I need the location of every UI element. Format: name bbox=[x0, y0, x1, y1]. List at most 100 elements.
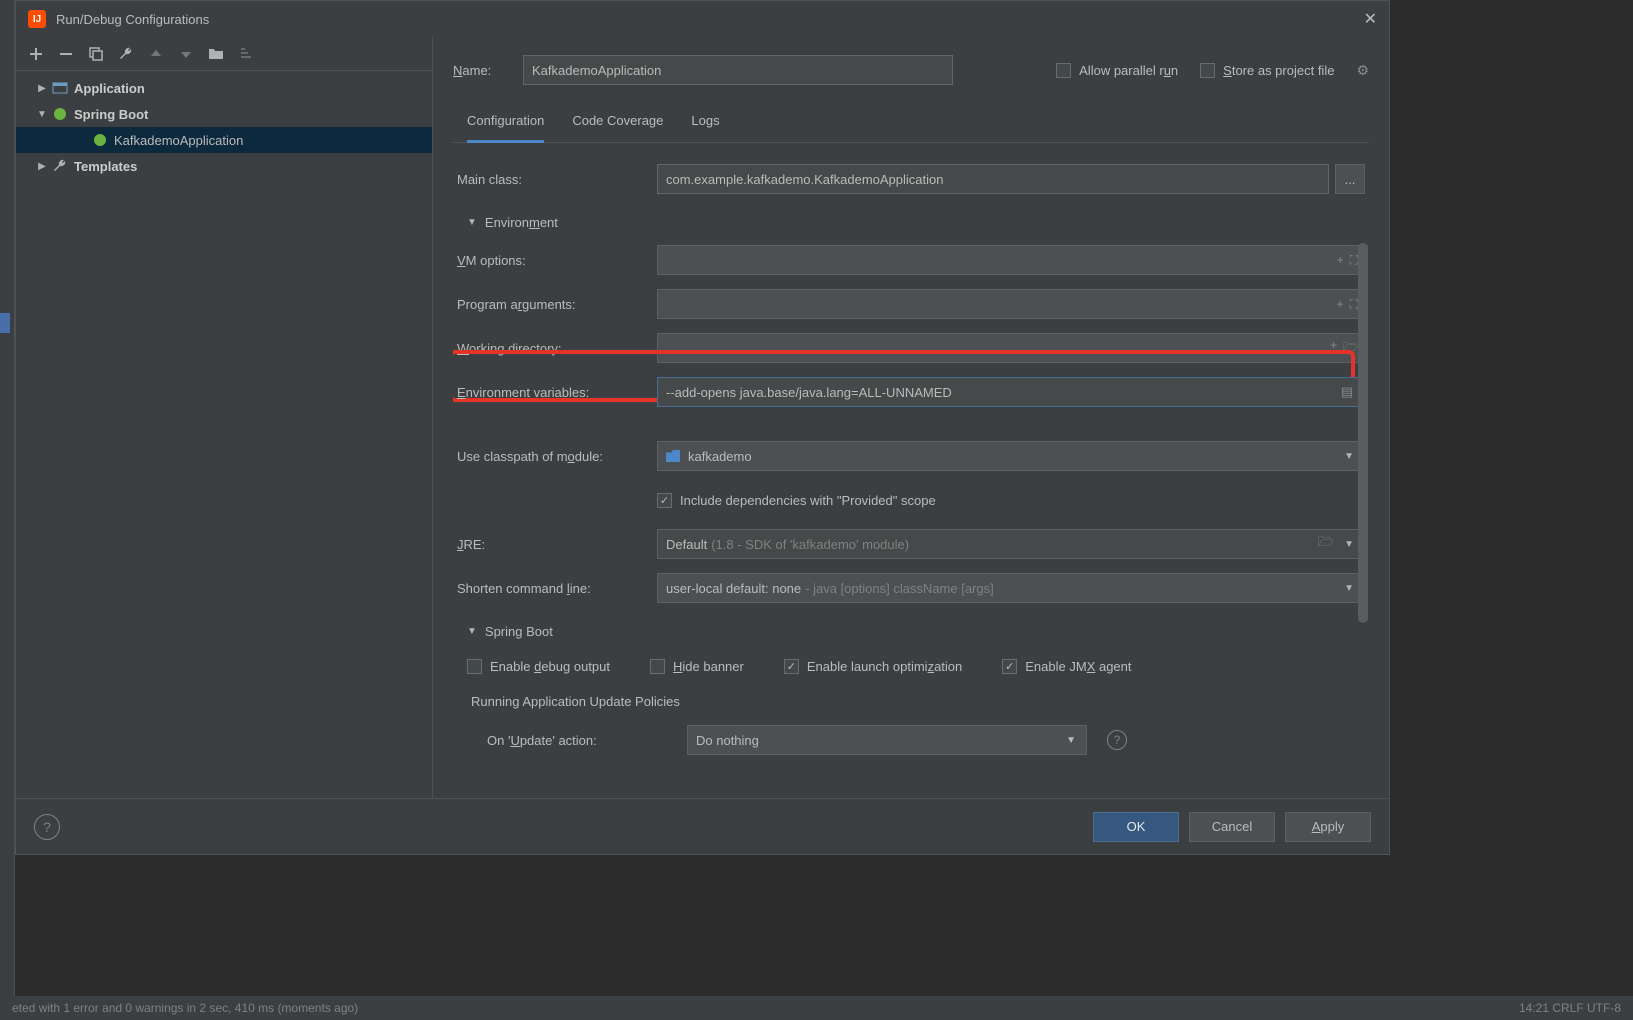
configuration-form: Main class: ... ▼ Environment VM options… bbox=[453, 143, 1369, 798]
gear-icon[interactable]: ⚙ bbox=[1356, 62, 1369, 79]
dialog-footer: ? OK Cancel Apply bbox=[16, 798, 1389, 854]
tree-item-spring-boot[interactable]: ▼ Spring Boot bbox=[16, 101, 432, 127]
tab-code-coverage[interactable]: Code Coverage bbox=[572, 103, 663, 142]
checkbox-icon bbox=[784, 659, 799, 674]
enable-debug-label: Enable debug output bbox=[490, 659, 610, 674]
scrollbar-thumb[interactable] bbox=[1358, 243, 1368, 623]
spring-boot-section-header[interactable]: ▼ Spring Boot bbox=[457, 610, 1365, 647]
browse-button[interactable]: ... bbox=[1335, 164, 1365, 194]
help-button[interactable]: ? bbox=[34, 814, 60, 840]
env-vars-row: Environment variables: ▤ bbox=[457, 370, 1365, 414]
vm-options-input[interactable]: +⛶ bbox=[657, 245, 1365, 275]
ok-button[interactable]: OK bbox=[1093, 812, 1179, 842]
on-update-select[interactable]: Do nothing ▼ bbox=[687, 725, 1087, 755]
program-args-input[interactable]: +⛶ bbox=[657, 289, 1365, 319]
classpath-select[interactable]: kafkademo ▼ bbox=[657, 441, 1365, 471]
tree-item-kafkademo[interactable]: KafkademoApplication bbox=[16, 127, 432, 153]
gutter-marker bbox=[0, 313, 10, 333]
include-provided-checkbox[interactable]: Include dependencies with "Provided" sco… bbox=[657, 493, 936, 508]
hide-banner-label: Hide banner bbox=[673, 659, 744, 674]
program-args-label: Program arguments: bbox=[457, 297, 657, 312]
tree-label: KafkademoApplication bbox=[114, 133, 243, 148]
store-as-file-checkbox[interactable]: Store as project file bbox=[1200, 63, 1334, 78]
environment-section-header[interactable]: ▼ Environment bbox=[457, 201, 1365, 238]
tree-item-templates[interactable]: ▶ Templates bbox=[16, 153, 432, 179]
main-panel: Name: Allow parallel run Store as projec… bbox=[433, 37, 1389, 798]
sidebar: ▶ Application ▼ Spring Boot KafkademoApp… bbox=[16, 37, 433, 798]
status-message: eted with 1 error and 0 warnings in 2 se… bbox=[12, 1001, 358, 1015]
module-icon bbox=[666, 450, 680, 462]
shorten-value: user-local default: none bbox=[666, 581, 801, 596]
wrench-button[interactable] bbox=[112, 41, 140, 67]
name-row: Name: Allow parallel run Store as projec… bbox=[453, 55, 1369, 85]
apply-button[interactable]: Apply bbox=[1285, 812, 1371, 842]
add-button[interactable] bbox=[22, 41, 50, 67]
sidebar-toolbar bbox=[16, 37, 432, 71]
env-vars-input[interactable] bbox=[657, 377, 1365, 407]
folder-icon[interactable]: 🗁 bbox=[1318, 533, 1334, 555]
name-input[interactable] bbox=[523, 55, 953, 85]
allow-parallel-checkbox[interactable]: Allow parallel run bbox=[1056, 63, 1178, 78]
folder-icon[interactable]: 🗁 bbox=[1343, 338, 1358, 359]
list-icon[interactable]: ▤ bbox=[1341, 384, 1353, 400]
add-icon[interactable]: + bbox=[1337, 253, 1344, 268]
wrench-icon bbox=[52, 158, 68, 174]
up-button[interactable] bbox=[142, 41, 170, 67]
spring-boot-section-label: Spring Boot bbox=[485, 624, 553, 639]
folder-button[interactable] bbox=[202, 41, 230, 67]
cancel-button[interactable]: Cancel bbox=[1189, 812, 1275, 842]
intellij-icon: IJ bbox=[28, 10, 46, 28]
dialog-titlebar: IJ Run/Debug Configurations ✕ bbox=[16, 1, 1389, 37]
shorten-label: Shorten command line: bbox=[457, 581, 657, 596]
chevron-down-icon: ▼ bbox=[1344, 539, 1354, 550]
on-update-row: On 'Update' action: Do nothing ▼ ? bbox=[457, 721, 1365, 755]
checkbox-icon bbox=[650, 659, 665, 674]
classpath-value: kafkademo bbox=[688, 449, 752, 464]
classpath-label: Use classpath of module: bbox=[457, 449, 657, 464]
working-dir-input[interactable]: +🗁 bbox=[657, 333, 1365, 363]
down-button[interactable] bbox=[172, 41, 200, 67]
tab-configuration[interactable]: Configuration bbox=[467, 103, 544, 143]
remove-button[interactable] bbox=[52, 41, 80, 67]
program-args-row: Program arguments: +⛶ bbox=[457, 282, 1365, 326]
ide-left-gutter bbox=[0, 0, 15, 1020]
copy-button[interactable] bbox=[82, 41, 110, 67]
tree-item-application[interactable]: ▶ Application bbox=[16, 75, 432, 101]
tree-label: Templates bbox=[74, 159, 137, 174]
chevron-down-icon: ▼ bbox=[34, 109, 50, 120]
tabs: Configuration Code Coverage Logs bbox=[453, 103, 1369, 143]
enable-debug-checkbox[interactable]: Enable debug output bbox=[467, 659, 610, 674]
store-as-file-label: Store as project file bbox=[1223, 63, 1334, 78]
working-dir-row: Working directory: +🗁 bbox=[457, 326, 1365, 370]
jre-select[interactable]: Default (1.8 - SDK of 'kafkademo' module… bbox=[657, 529, 1365, 559]
main-class-input[interactable] bbox=[657, 164, 1329, 194]
shorten-row: Shorten command line: user-local default… bbox=[457, 566, 1365, 610]
chevron-down-icon: ▼ bbox=[467, 626, 477, 637]
spring-icon bbox=[52, 106, 68, 122]
run-debug-configurations-dialog: IJ Run/Debug Configurations ✕ ▶ bbox=[15, 0, 1390, 855]
classpath-row: Use classpath of module: kafkademo ▼ bbox=[457, 434, 1365, 478]
expand-icon[interactable]: ⛶ bbox=[1350, 253, 1358, 268]
shorten-select[interactable]: user-local default: none - java [options… bbox=[657, 573, 1365, 603]
working-dir-label: Working directory: bbox=[457, 341, 657, 356]
expand-icon[interactable]: ⛶ bbox=[1350, 297, 1358, 312]
chevron-down-icon: ▼ bbox=[1066, 735, 1076, 746]
configurations-tree: ▶ Application ▼ Spring Boot KafkademoApp… bbox=[16, 71, 432, 798]
enable-launch-opt-checkbox[interactable]: Enable launch optimization bbox=[784, 659, 962, 674]
on-update-value: Do nothing bbox=[696, 733, 759, 748]
content-row: ▶ Application ▼ Spring Boot KafkademoApp… bbox=[16, 37, 1389, 798]
checkbox-icon bbox=[1200, 63, 1215, 78]
jre-hint: (1.8 - SDK of 'kafkademo' module) bbox=[711, 537, 909, 552]
on-update-label: On 'Update' action: bbox=[487, 733, 667, 748]
close-icon[interactable]: ✕ bbox=[1364, 9, 1377, 29]
sort-button[interactable] bbox=[232, 41, 260, 67]
application-icon bbox=[52, 80, 68, 96]
help-icon[interactable]: ? bbox=[1107, 730, 1127, 750]
jre-row: JRE: Default (1.8 - SDK of 'kafkademo' m… bbox=[457, 522, 1365, 566]
add-icon[interactable]: + bbox=[1337, 297, 1344, 312]
enable-jmx-checkbox[interactable]: Enable JMX agent bbox=[1002, 659, 1131, 674]
hide-banner-checkbox[interactable]: Hide banner bbox=[650, 659, 744, 674]
chevron-right-icon: ▶ bbox=[34, 83, 50, 94]
add-icon[interactable]: + bbox=[1330, 338, 1337, 359]
tab-logs[interactable]: Logs bbox=[691, 103, 719, 142]
